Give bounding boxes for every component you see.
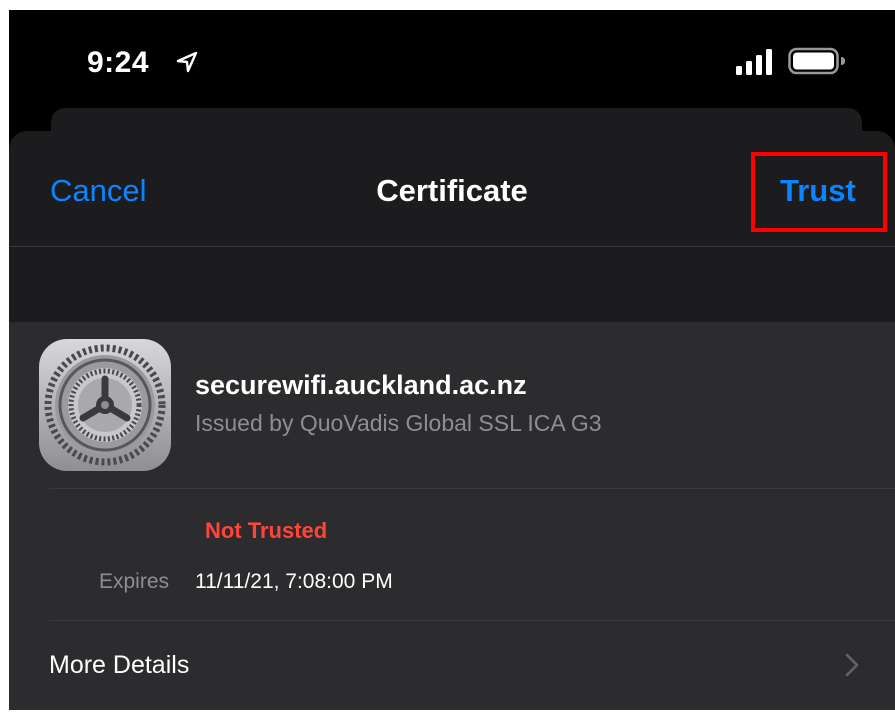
chevron-right-icon [845,653,859,677]
trust-button[interactable]: Trust [780,173,856,209]
certificate-group: securewifi.auckland.ac.nz Issued by QuoV… [9,322,895,710]
section-spacer [9,247,895,322]
navigation-bar: Cancel Certificate Trust [9,131,895,247]
phone-screen: 9:24 Cancel Certificate Trust securewifi… [9,10,895,710]
settings-gear-icon [39,339,171,471]
divider [49,488,895,489]
location-arrow-icon [176,51,198,73]
battery-icon [788,47,845,75]
trust-status: Not Trusted [205,518,328,543]
more-details-row[interactable]: More Details [9,621,895,710]
expires-label: Expires [99,570,170,593]
more-details-label: More Details [49,651,190,679]
expires-value: 11/11/21, 7:08:00 PM [195,570,393,593]
certificate-sheet: Cancel Certificate Trust securewifi.auck… [9,131,895,710]
certificate-name: securewifi.auckland.ac.nz [195,370,527,400]
cellular-signal-icon [736,49,772,75]
status-time: 9:24 [87,46,150,79]
certificate-issuer: Issued by QuoVadis Global SSL ICA G3 [195,410,602,436]
